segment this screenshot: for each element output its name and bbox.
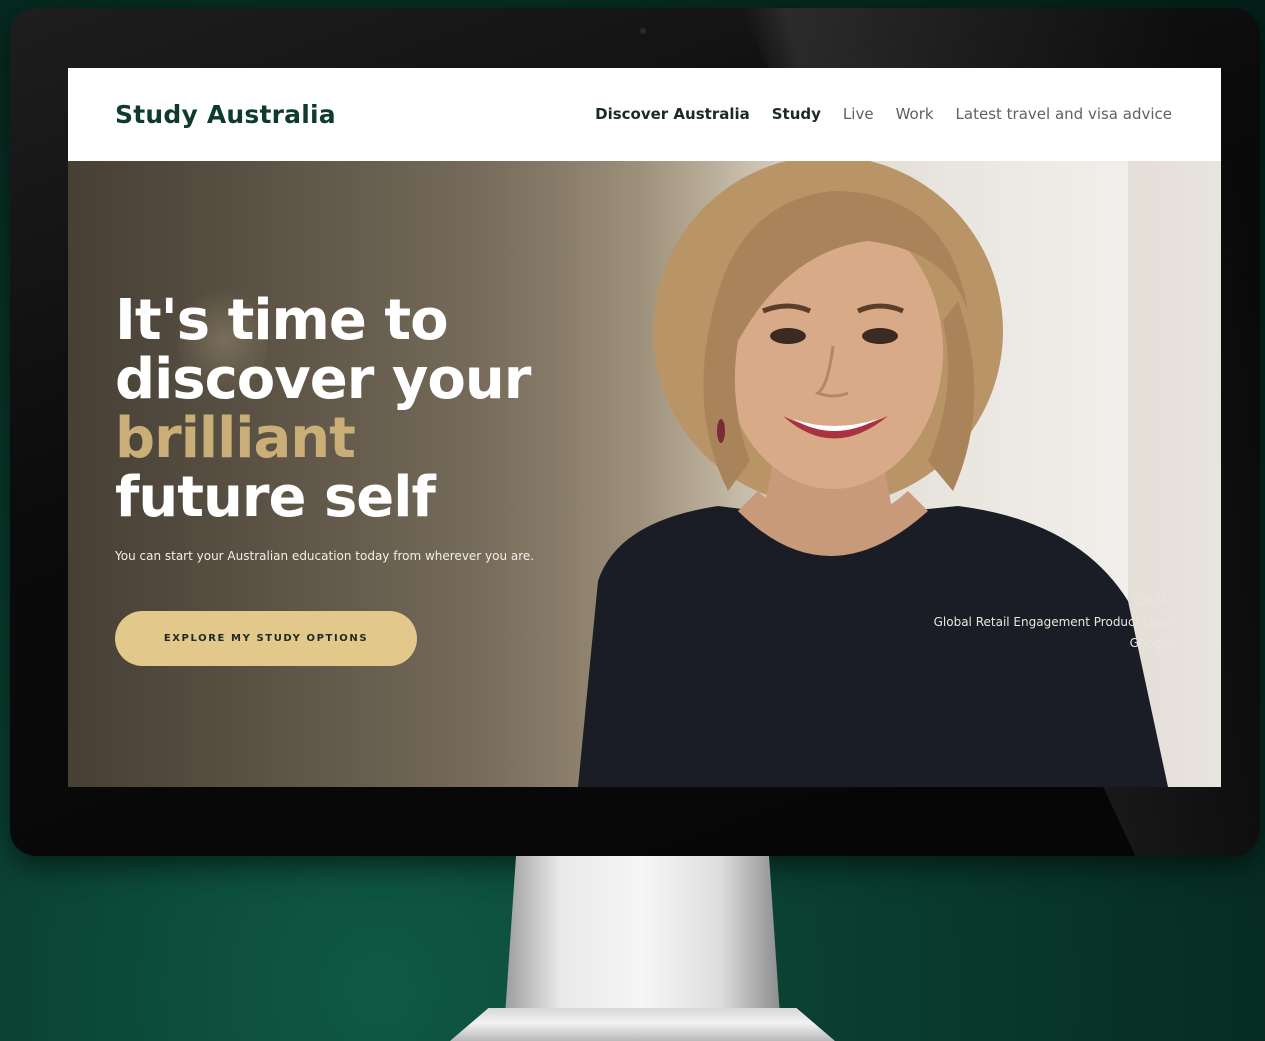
headline-line-2: discover your xyxy=(115,347,531,412)
nav-item-study[interactable]: Study xyxy=(772,105,821,123)
hero-portrait-image xyxy=(488,161,1188,787)
monitor-stand xyxy=(505,856,780,1016)
main-nav: Discover Australia Study Live Work Lates… xyxy=(595,105,1172,123)
caption-company: Google xyxy=(1129,636,1172,650)
nav-item-live[interactable]: Live xyxy=(843,105,874,123)
explore-study-options-button[interactable]: EXPLORE MY STUDY OPTIONS xyxy=(115,611,417,666)
hero-text-block: It's time to discover your brilliant fut… xyxy=(115,291,534,563)
caption-title: Global Retail Engagement Product Lead xyxy=(933,615,1172,629)
site-logo[interactable]: Study Australia xyxy=(115,100,336,129)
monitor-stand-base xyxy=(450,1008,835,1041)
caption-name: Chi Vu xyxy=(1133,594,1172,608)
headline-accent-word: brilliant xyxy=(115,406,356,471)
camera-dot xyxy=(640,28,646,34)
site-header: Study Australia Discover Australia Study… xyxy=(68,68,1221,161)
nav-item-travel-visa-advice[interactable]: Latest travel and visa advice xyxy=(956,105,1172,123)
headline-line-1: It's time to xyxy=(115,288,449,353)
nav-item-work[interactable]: Work xyxy=(896,105,934,123)
hero-section: It's time to discover your brilliant fut… xyxy=(68,161,1221,787)
nav-item-discover-australia[interactable]: Discover Australia xyxy=(595,105,750,123)
headline-line-4: future self xyxy=(115,465,436,530)
hero-subtext: You can start your Australian education … xyxy=(115,549,535,563)
portrait-caption: Chi Vu Global Retail Engagement Product … xyxy=(934,591,1172,654)
hero-headline: It's time to discover your brilliant fut… xyxy=(115,291,534,527)
website-screen: Study Australia Discover Australia Study… xyxy=(68,68,1221,787)
